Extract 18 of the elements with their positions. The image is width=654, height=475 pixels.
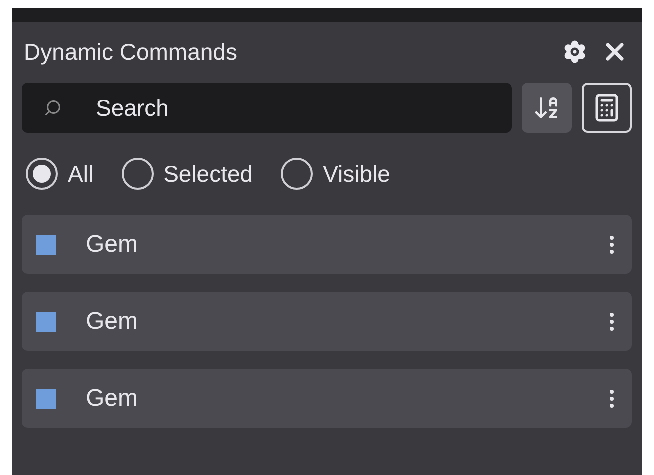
more-icon xyxy=(610,236,614,254)
more-icon xyxy=(610,390,614,408)
search-field[interactable]: Search xyxy=(22,83,512,133)
more-icon xyxy=(610,312,614,330)
filter-radio[interactable]: All xyxy=(26,156,94,192)
filter-radio[interactable]: Selected xyxy=(122,156,254,192)
command-row[interactable]: Gem xyxy=(22,292,632,351)
panel-title: Dynamic Commands xyxy=(24,38,238,67)
command-name: Gem xyxy=(86,306,140,336)
command-name: Gem xyxy=(86,384,140,414)
search-icon xyxy=(44,99,62,117)
calculator-button[interactable] xyxy=(582,83,632,133)
sort-button[interactable] xyxy=(522,83,572,133)
command-name: Gem xyxy=(86,230,140,260)
command-row[interactable]: Gem xyxy=(22,369,632,428)
filter-radio[interactable]: Visible xyxy=(281,156,390,192)
command-row[interactable]: Gem xyxy=(22,215,632,274)
settings-icon xyxy=(563,40,587,64)
